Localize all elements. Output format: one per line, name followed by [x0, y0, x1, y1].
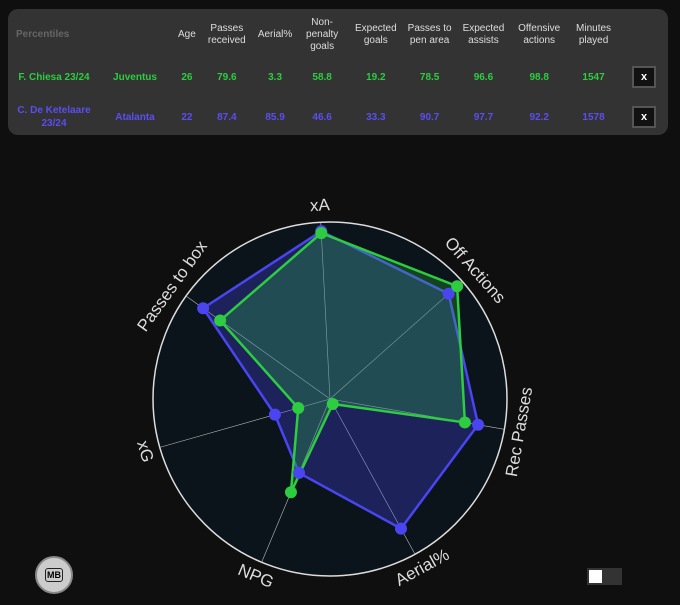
radar-chart: xAOff ActionsRec PassesAerial%NPGxGPasse…: [133, 195, 536, 592]
radar-data-point: [197, 302, 210, 315]
radar-data-point: [451, 280, 464, 293]
radar-data-point: [292, 402, 305, 415]
radar-data-point: [458, 416, 471, 429]
radar-data-point: [293, 466, 306, 479]
radar-data-point: [214, 314, 227, 327]
toggle-knob[interactable]: [589, 570, 602, 583]
theme-toggle[interactable]: [587, 568, 622, 585]
radar-axis-label: xG: [133, 438, 157, 464]
radar-data-point: [315, 227, 328, 240]
radar-data-point: [284, 486, 297, 499]
radar-data-point: [326, 397, 339, 410]
radar-axis-label: xA: [309, 195, 330, 215]
radar-data-point: [472, 418, 485, 431]
radar-data-point: [268, 408, 281, 421]
radar-data-point: [394, 522, 407, 535]
mb-logo: MB: [35, 556, 73, 594]
